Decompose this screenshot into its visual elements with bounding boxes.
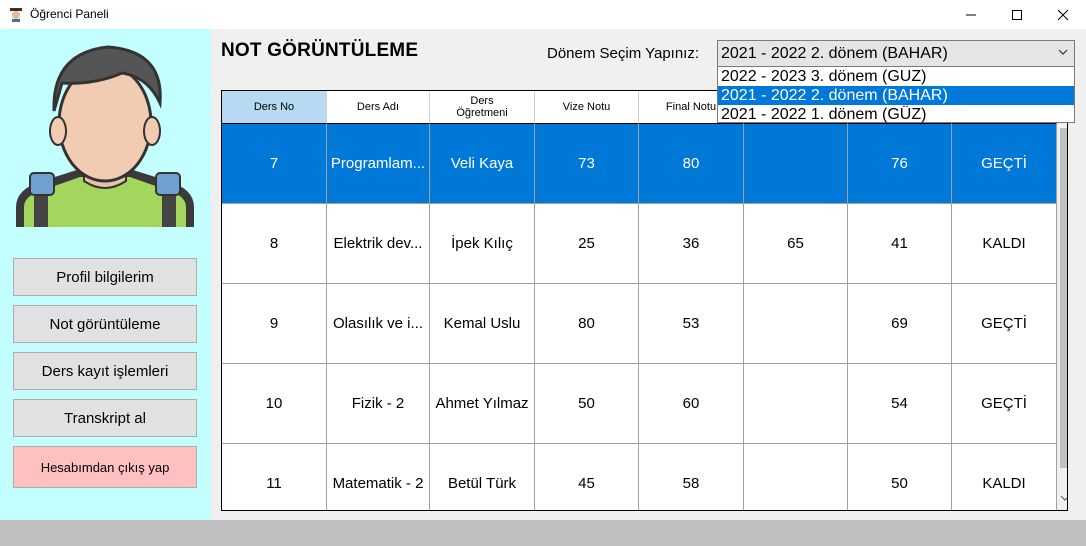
- sidebar: Profil bilgilerim Not görüntüleme Ders k…: [0, 29, 211, 520]
- grades-table: Ders No Ders Adı Ders Öğretmeni Vize Not…: [221, 90, 1068, 511]
- cell-course-no: 10: [222, 364, 327, 444]
- bottom-strip: [0, 520, 1086, 546]
- cell-makeup: [744, 284, 848, 364]
- term-label: Dönem Seçim Yapınız:: [547, 45, 700, 62]
- cell-makeup: [744, 444, 848, 510]
- cell-average: 41: [848, 204, 952, 284]
- maximize-button[interactable]: [994, 0, 1040, 29]
- page-title: NOT GÖRÜNTÜLEME: [221, 40, 419, 61]
- term-option[interactable]: 2021 - 2022 2. dönem (BAHAR): [718, 86, 1074, 105]
- cell-midterm: 50: [535, 364, 639, 444]
- profile-button-label: Profil bilgilerim: [56, 268, 154, 286]
- cell-course-name: Elektrik dev...: [327, 204, 430, 284]
- cell-status: GEÇTİ: [952, 364, 1057, 444]
- cell-teacher: Veli Kaya: [430, 124, 535, 204]
- cell-makeup: [744, 124, 848, 204]
- column-header[interactable]: Ders No: [222, 91, 327, 124]
- logout-button-label: Hesabımdan çıkış yap: [40, 459, 170, 475]
- cell-teacher: İpek Kılıç: [430, 204, 535, 284]
- cell-teacher: Ahmet Yılmaz: [430, 364, 535, 444]
- cell-midterm: 80: [535, 284, 639, 364]
- grades-button[interactable]: Not görüntüleme: [13, 305, 197, 343]
- close-button[interactable]: [1040, 0, 1086, 29]
- cell-teacher: Betül Türk: [430, 444, 535, 510]
- grades-button-label: Not görüntüleme: [49, 315, 161, 333]
- term-dropdown-list: 2022 - 2023 3. dönem (GUZ) 2021 - 2022 2…: [717, 66, 1075, 123]
- cell-course-no: 9: [222, 284, 327, 364]
- term-select-value: 2021 - 2022 2. dönem (BAHAR): [721, 45, 948, 62]
- cell-average: 76: [848, 124, 952, 204]
- maximize-icon: [1012, 9, 1022, 20]
- logout-button[interactable]: Hesabımdan çıkış yap: [13, 446, 197, 488]
- table-row[interactable]: 7 Programlam... Veli Kaya 73 80 76 GEÇTİ: [222, 124, 1057, 204]
- column-header[interactable]: Vize Notu: [535, 91, 639, 124]
- minimize-icon: [966, 14, 976, 15]
- cell-final: 58: [639, 444, 744, 510]
- scroll-thumb[interactable]: [1060, 128, 1067, 468]
- cell-final: 80: [639, 124, 744, 204]
- cell-course-no: 11: [222, 444, 327, 510]
- cell-midterm: 73: [535, 124, 639, 204]
- cell-status: KALDI: [952, 444, 1057, 510]
- cell-average: 50: [848, 444, 952, 510]
- close-icon: [1057, 9, 1069, 20]
- main-panel: NOT GÖRÜNTÜLEME Dönem Seçim Yapınız: 202…: [211, 29, 1086, 520]
- table-row[interactable]: 10 Fizik - 2 Ahmet Yılmaz 50 60 54 GEÇTİ: [222, 364, 1057, 444]
- cell-status: KALDI: [952, 204, 1057, 284]
- transcript-button-label: Transkript al: [64, 409, 146, 427]
- title-bar: Öğrenci Paneli: [0, 0, 1086, 29]
- vertical-scrollbar[interactable]: [1057, 91, 1068, 510]
- term-option[interactable]: 2021 - 2022 1. dönem (GÜZ): [718, 105, 1074, 124]
- cell-course-name: Programlam...: [327, 124, 430, 204]
- cell-final: 36: [639, 204, 744, 284]
- cell-average: 69: [848, 284, 952, 364]
- cell-midterm: 25: [535, 204, 639, 284]
- cell-makeup: 65: [744, 204, 848, 284]
- table-row[interactable]: 11 Matematik - 2 Betül Türk 45 58 50 KAL…: [222, 444, 1057, 510]
- cell-makeup: [744, 364, 848, 444]
- window-title: Öğrenci Paneli: [30, 7, 109, 21]
- chevron-down-icon: [1058, 49, 1068, 55]
- cell-status: GEÇTİ: [952, 284, 1057, 364]
- cell-course-name: Olasılık ve i...: [327, 284, 430, 364]
- avatar-icon: [16, 45, 194, 227]
- table-row[interactable]: 8 Elektrik dev... İpek Kılıç 25 36 65 41…: [222, 204, 1057, 284]
- cell-final: 53: [639, 284, 744, 364]
- student-app-icon: [10, 8, 22, 22]
- column-header[interactable]: Ders Öğretmeni: [430, 91, 535, 124]
- minimize-button[interactable]: [948, 0, 994, 29]
- table-row[interactable]: 9 Olasılık ve i... Kemal Uslu 80 53 69 G…: [222, 284, 1057, 364]
- course-registration-button[interactable]: Ders kayıt işlemleri: [13, 352, 197, 390]
- term-option[interactable]: 2022 - 2023 3. dönem (GUZ): [718, 67, 1074, 86]
- cell-average: 54: [848, 364, 952, 444]
- cell-teacher: Kemal Uslu: [430, 284, 535, 364]
- term-select[interactable]: 2021 - 2022 2. dönem (BAHAR): [717, 40, 1075, 67]
- cell-status: GEÇTİ: [952, 124, 1057, 204]
- cell-course-name: Fizik - 2: [327, 364, 430, 444]
- scroll-down-arrow-icon[interactable]: [1060, 493, 1068, 503]
- cell-course-name: Matematik - 2: [327, 444, 430, 510]
- cell-final: 60: [639, 364, 744, 444]
- transcript-button[interactable]: Transkript al: [13, 399, 197, 437]
- column-header[interactable]: Ders Adı: [327, 91, 430, 124]
- cell-course-no: 8: [222, 204, 327, 284]
- cell-course-no: 7: [222, 124, 327, 204]
- course-registration-button-label: Ders kayıt işlemleri: [41, 362, 169, 380]
- cell-midterm: 45: [535, 444, 639, 510]
- profile-button[interactable]: Profil bilgilerim: [13, 258, 197, 296]
